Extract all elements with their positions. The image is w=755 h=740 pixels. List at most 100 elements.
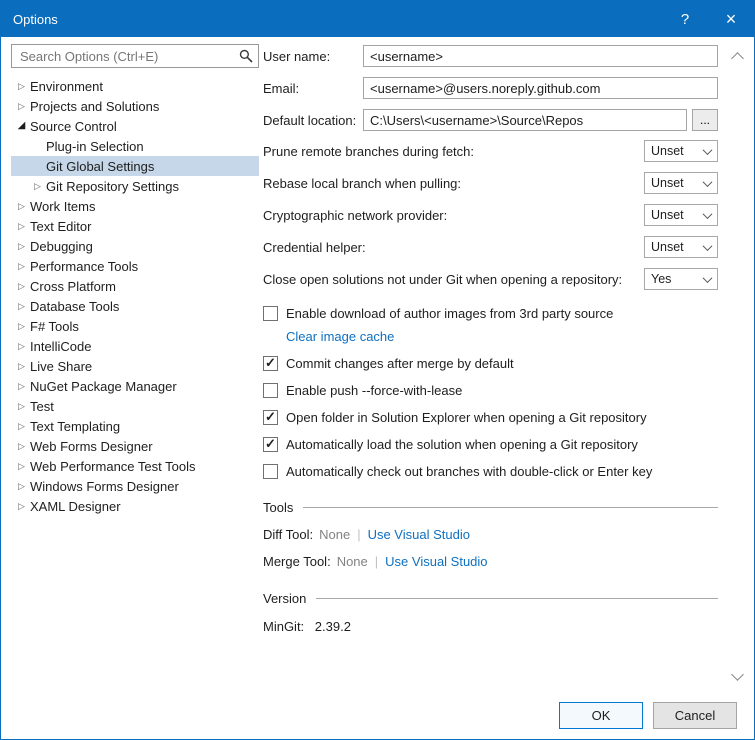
- clear-image-cache-link[interactable]: Clear image cache: [286, 329, 394, 344]
- cancel-button[interactable]: Cancel: [653, 701, 737, 729]
- search-box[interactable]: [11, 44, 259, 68]
- expand-arrow-icon[interactable]: ▷: [13, 276, 30, 296]
- tree-item-windows-forms-designer[interactable]: ▷ Windows Forms Designer: [11, 476, 259, 496]
- tree-item-label: Git Global Settings: [46, 158, 155, 174]
- search-icon[interactable]: [239, 49, 253, 63]
- email-input[interactable]: [363, 77, 718, 99]
- check-icon: ✓: [265, 409, 276, 424]
- browse-button[interactable]: ...: [692, 109, 718, 131]
- tools-section-header: Tools: [263, 500, 718, 515]
- expand-arrow-icon[interactable]: ▷: [29, 176, 46, 196]
- rebase-pull-dropdown[interactable]: Unset: [644, 172, 718, 194]
- diff-tool-row: Diff Tool: None | Use Visual Studio: [263, 527, 718, 542]
- checkbox-settings: Enable download of author images from 3r…: [263, 304, 718, 480]
- expand-arrow-icon[interactable]: ▷: [13, 476, 30, 496]
- tree-item-label: IntelliCode: [30, 338, 92, 354]
- ok-button[interactable]: OK: [559, 701, 643, 729]
- expand-arrow-icon[interactable]: ▷: [13, 256, 30, 276]
- close-button[interactable]: ×: [708, 1, 754, 37]
- crypto-provider-row: Cryptographic network provider: Unset: [263, 204, 718, 226]
- titlebar[interactable]: Options ? ×: [1, 1, 754, 37]
- username-label: User name:: [263, 48, 331, 64]
- open-folder-checkbox[interactable]: ✓: [263, 409, 278, 425]
- tree-item-text-templating[interactable]: ▷ Text Templating: [11, 416, 259, 436]
- tree-item-nuget-package-manager[interactable]: ▷ NuGet Package Manager: [11, 376, 259, 396]
- close-solutions-dropdown[interactable]: Yes: [644, 268, 718, 290]
- expand-arrow-icon[interactable]: ▷: [13, 376, 30, 396]
- window-title: Options: [13, 11, 58, 27]
- search-input[interactable]: [18, 47, 239, 65]
- tree-item-projects-and-solutions[interactable]: ▷ Projects and Solutions: [11, 96, 259, 116]
- force-with-lease-checkbox[interactable]: [263, 382, 278, 398]
- expand-arrow-icon[interactable]: ▷: [13, 456, 30, 476]
- prune-fetch-row: Prune remote branches during fetch: Unse…: [263, 140, 718, 162]
- email-row: Email:: [263, 76, 718, 100]
- tree-item-web-forms-designer[interactable]: ▷ Web Forms Designer: [11, 436, 259, 456]
- tree-item-git-repository-settings[interactable]: ▷ Git Repository Settings: [11, 176, 259, 196]
- open-folder-row: ✓ Open folder in Solution Explorer when …: [263, 408, 718, 426]
- crypto-provider-label: Cryptographic network provider:: [263, 207, 448, 223]
- clear-image-cache-row: Clear image cache: [286, 329, 718, 345]
- expand-arrow-icon[interactable]: ▷: [13, 196, 30, 216]
- tree-item-work-items[interactable]: ▷ Work Items: [11, 196, 259, 216]
- expand-arrow-icon[interactable]: ▷: [13, 416, 30, 436]
- expand-arrow-icon[interactable]: ▷: [13, 436, 30, 456]
- expand-arrow-icon[interactable]: ▷: [13, 296, 30, 316]
- tree-item-label: Work Items: [30, 198, 96, 214]
- tree-item-git-global-settings[interactable]: Git Global Settings: [11, 156, 259, 176]
- tree-item-fsharp-tools[interactable]: ▷ F# Tools: [11, 316, 259, 336]
- tree-item-xaml-designer[interactable]: ▷ XAML Designer: [11, 496, 259, 516]
- tree-item-label: Database Tools: [30, 298, 120, 314]
- chevron-down-icon: [702, 208, 713, 219]
- tree-item-live-share[interactable]: ▷ Live Share: [11, 356, 259, 376]
- tree-item-intellicode[interactable]: ▷ IntelliCode: [11, 336, 259, 356]
- help-button[interactable]: ?: [662, 1, 708, 37]
- crypto-provider-dropdown[interactable]: Unset: [644, 204, 718, 226]
- tree-item-label: Debugging: [30, 238, 93, 254]
- tree-item-label: Test: [30, 398, 54, 414]
- double-click-checkout-checkbox[interactable]: [263, 463, 278, 479]
- tree-item-debugging[interactable]: ▷ Debugging: [11, 236, 259, 256]
- diff-use-visual-studio-link[interactable]: Use Visual Studio: [368, 527, 470, 542]
- credential-helper-dropdown[interactable]: Unset: [644, 236, 718, 258]
- tree-item-source-control[interactable]: ◢ Source Control: [11, 116, 259, 136]
- default-location-input[interactable]: [363, 109, 687, 131]
- expand-arrow-icon[interactable]: ▷: [13, 236, 30, 256]
- expand-arrow-icon[interactable]: ▷: [13, 496, 30, 516]
- expand-arrow-icon[interactable]: ▷: [13, 76, 30, 96]
- git-global-settings-panel: User name: Email: Default location: ... …: [259, 44, 746, 691]
- collapse-arrow-icon[interactable]: ◢: [13, 116, 30, 136]
- expand-arrow-icon[interactable]: ▷: [13, 96, 30, 116]
- expand-arrow-icon[interactable]: ▷: [13, 316, 30, 336]
- tree-item-database-tools[interactable]: ▷ Database Tools: [11, 296, 259, 316]
- options-tree: ▷ Environment ▷ Projects and Solutions ◢…: [11, 76, 259, 516]
- tree-item-label: NuGet Package Manager: [30, 378, 177, 394]
- tree-item-web-performance-test-tools[interactable]: ▷ Web Performance Test Tools: [11, 456, 259, 476]
- expand-arrow-icon[interactable]: ▷: [13, 356, 30, 376]
- commit-after-merge-checkbox[interactable]: ✓: [263, 355, 278, 371]
- expand-arrow-icon[interactable]: ▷: [13, 336, 30, 356]
- username-input[interactable]: [363, 45, 718, 67]
- tree-item-test[interactable]: ▷ Test: [11, 396, 259, 416]
- auto-load-solution-checkbox[interactable]: ✓: [263, 436, 278, 452]
- tree-item-plug-in-selection[interactable]: Plug-in Selection: [11, 136, 259, 156]
- tree-item-performance-tools[interactable]: ▷ Performance Tools: [11, 256, 259, 276]
- tree-item-cross-platform[interactable]: ▷ Cross Platform: [11, 276, 259, 296]
- checkbox-label: Automatically check out branches with do…: [286, 463, 653, 479]
- tree-item-text-editor[interactable]: ▷ Text Editor: [11, 216, 259, 236]
- expand-arrow-icon[interactable]: ▷: [13, 396, 30, 416]
- scroll-up-icon[interactable]: [731, 52, 744, 65]
- prune-fetch-dropdown[interactable]: Unset: [644, 140, 718, 162]
- merge-use-visual-studio-link[interactable]: Use Visual Studio: [385, 554, 487, 569]
- scroll-down-icon[interactable]: [731, 668, 744, 681]
- dropdown-value: Unset: [651, 176, 684, 190]
- tree-item-label: Windows Forms Designer: [30, 478, 179, 494]
- merge-tool-label: Merge Tool:: [263, 554, 331, 569]
- tree-item-environment[interactable]: ▷ Environment: [11, 76, 259, 96]
- expand-arrow-icon[interactable]: ▷: [13, 216, 30, 236]
- dialog-content: ▷ Environment ▷ Projects and Solutions ◢…: [1, 37, 754, 691]
- author-images-checkbox[interactable]: [263, 305, 278, 321]
- credential-helper-row: Credential helper: Unset: [263, 236, 718, 258]
- chevron-down-icon: [702, 272, 713, 283]
- tree-item-label: Text Templating: [30, 418, 121, 434]
